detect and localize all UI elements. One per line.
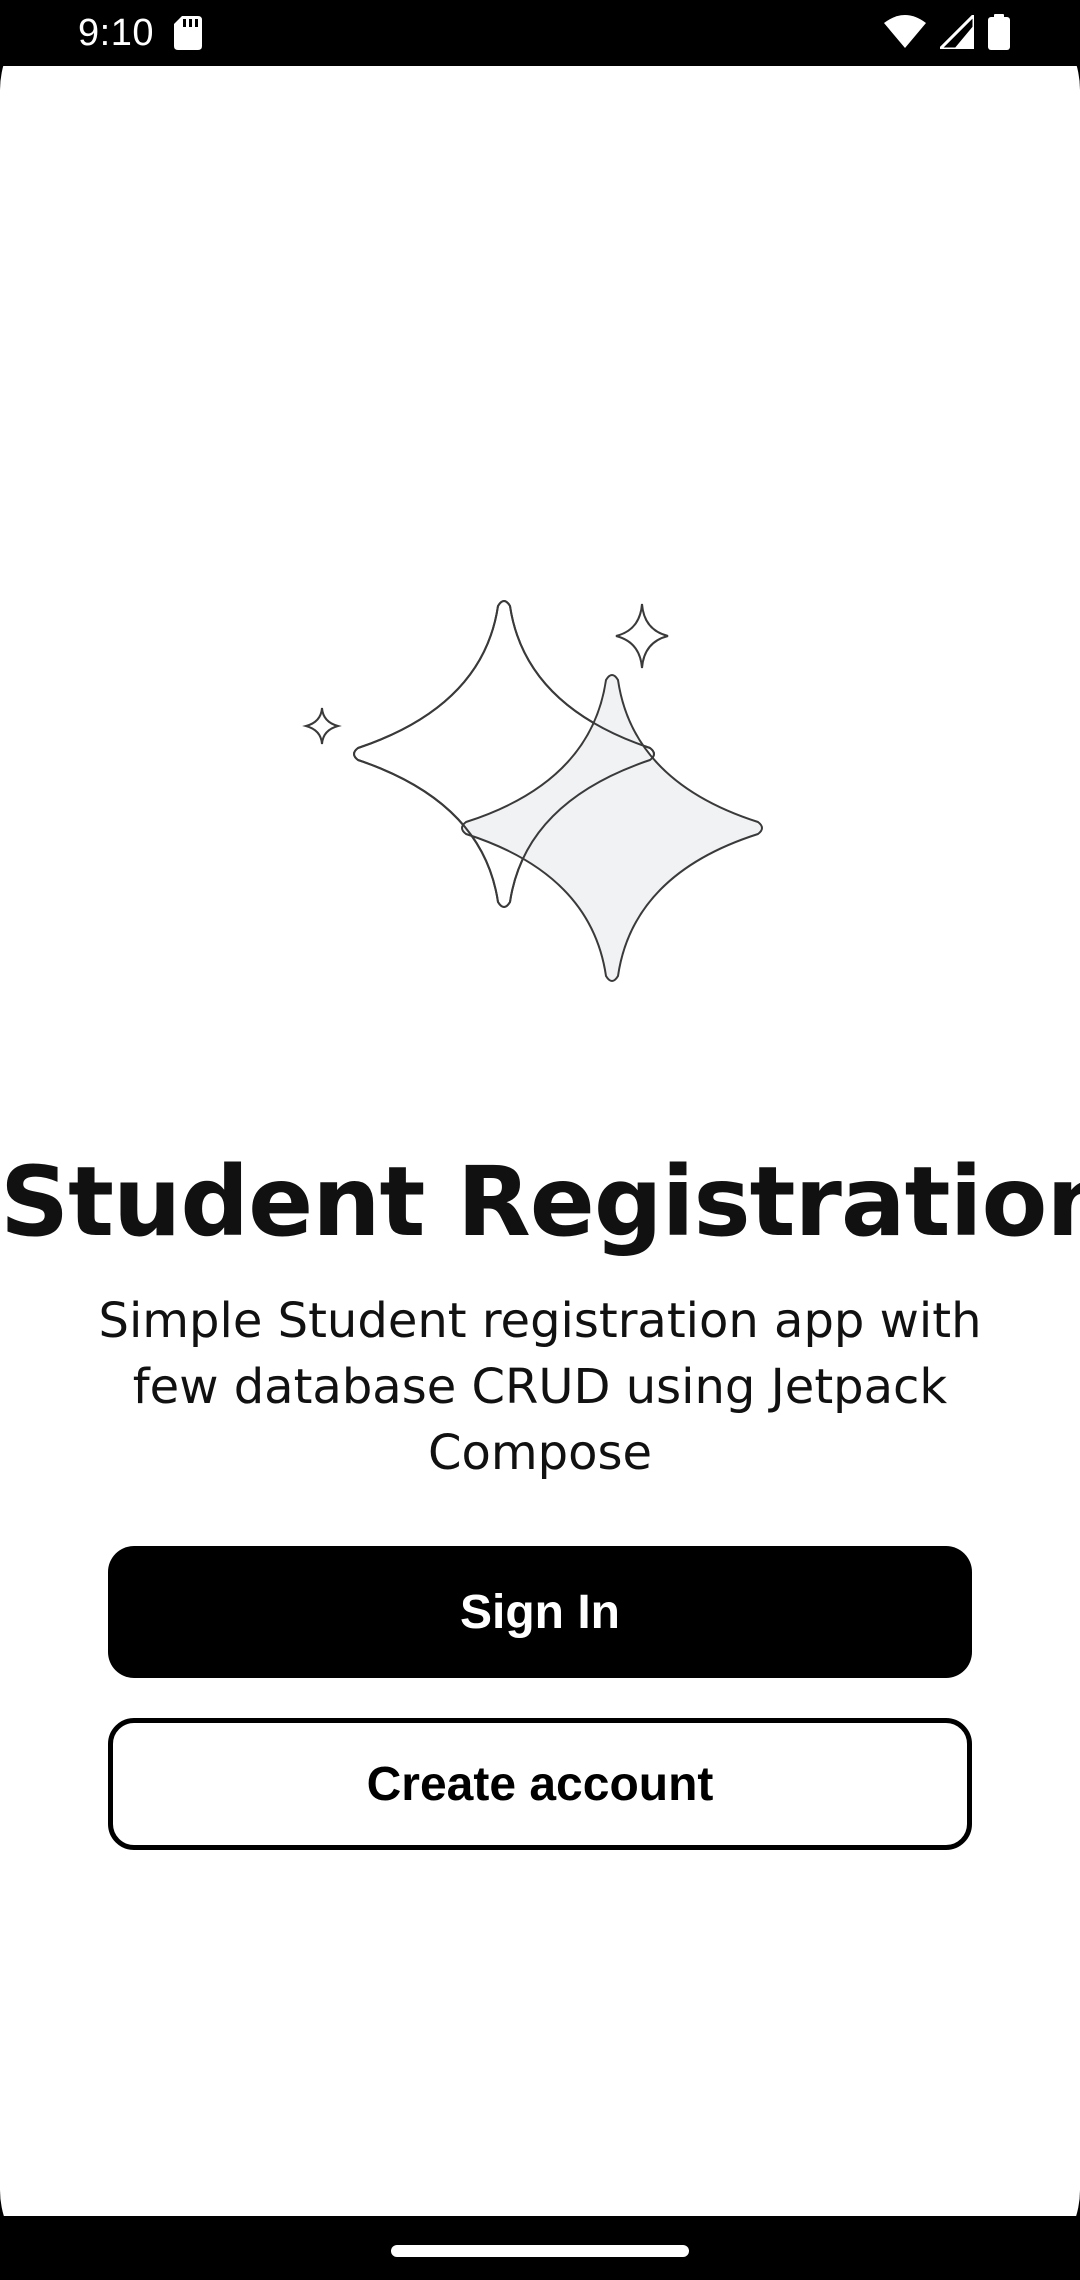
sign-in-button[interactable]: Sign In [108, 1546, 972, 1678]
wifi-icon [884, 15, 926, 48]
app-description: Simple Student registration app with few… [98, 1293, 982, 1481]
phone-screen: 9:10 Student Registration Simple Student… [0, 0, 1080, 2280]
status-icons [884, 14, 1010, 50]
create-account-button[interactable]: Create account [108, 1718, 972, 1850]
app-title: Student Registration [0, 1146, 1080, 1258]
sparkles-illustration [302, 600, 763, 982]
battery-icon [988, 14, 1010, 50]
status-bar: 9:10 [0, 0, 1080, 66]
status-time: 9:10 [78, 12, 154, 54]
sd-card-icon [174, 16, 202, 50]
welcome-screen: Student Registration Simple Student regi… [0, 66, 1080, 2216]
cellular-signal-icon [940, 15, 974, 49]
home-gesture-handle[interactable] [391, 2245, 689, 2257]
